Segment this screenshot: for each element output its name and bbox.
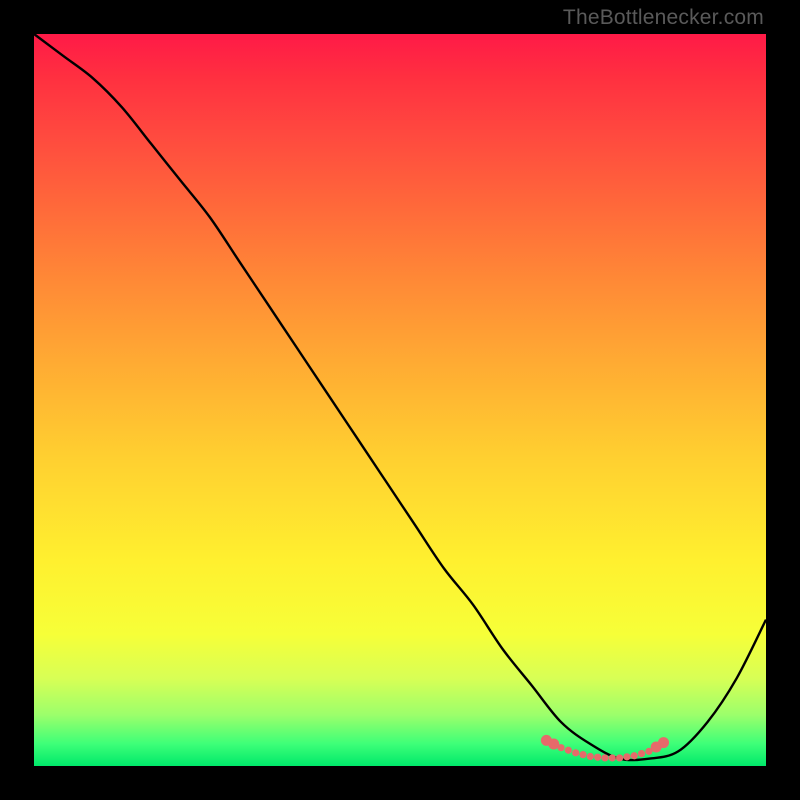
- flat-marker-dot: [623, 753, 630, 760]
- flat-marker-dot: [579, 751, 586, 758]
- curve-line: [34, 34, 766, 760]
- flat-marker-dot: [557, 744, 564, 751]
- chart-plot-area: [34, 34, 766, 766]
- flat-marker-dot: [616, 754, 623, 761]
- flat-marker-dot: [587, 753, 594, 760]
- chart-frame: TheBottlenecker.com: [0, 0, 800, 800]
- flat-marker-dot: [565, 747, 572, 754]
- flat-marker-dot: [658, 737, 669, 748]
- flat-marker-dot: [638, 750, 645, 757]
- attribution-text: TheBottlenecker.com: [563, 6, 764, 30]
- flat-marker-dot: [631, 752, 638, 759]
- flat-marker-dot: [572, 749, 579, 756]
- chart-svg: [34, 34, 766, 766]
- flat-marker-dot: [609, 754, 616, 761]
- flat-marker-dot: [601, 754, 608, 761]
- flat-marker-dot: [594, 754, 601, 761]
